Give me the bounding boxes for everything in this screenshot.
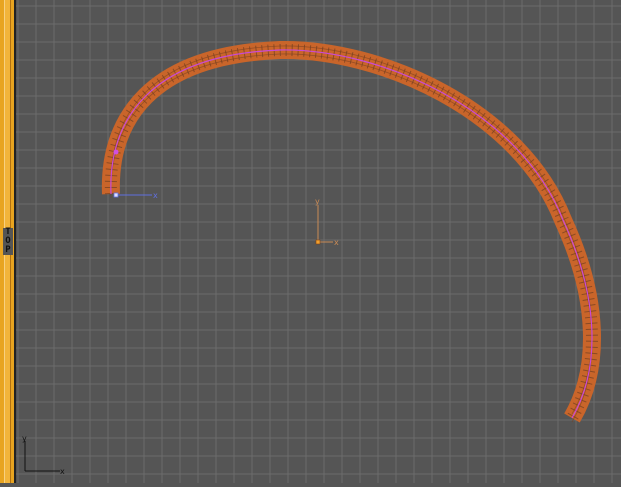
vertex-gizmo-x-label: x (153, 191, 158, 200)
gizmo-x-label: x (334, 238, 339, 247)
viewport-top[interactable]: x y x y x (0, 0, 621, 483)
grid (0, 0, 621, 483)
spline-centerline (110, 49, 593, 419)
spline-tube[interactable] (101, 40, 601, 423)
spline-tube-mesh-inner-2 (110, 53, 593, 423)
spline-tube-mesh-inner (110, 45, 593, 415)
axis-tripod-icon: y x (22, 434, 65, 476)
gizmo-y-label: y (315, 197, 320, 206)
vertex-gizmo[interactable]: x (113, 191, 158, 200)
viewport-label[interactable]: TOP (3, 228, 13, 255)
viewport-canvas[interactable]: x y x y x (0, 0, 621, 483)
tripod-x-label: x (60, 467, 65, 476)
spline-vertex[interactable] (113, 149, 119, 155)
tripod-y-label: y (22, 434, 27, 443)
spline-tube-mesh (104, 43, 598, 422)
